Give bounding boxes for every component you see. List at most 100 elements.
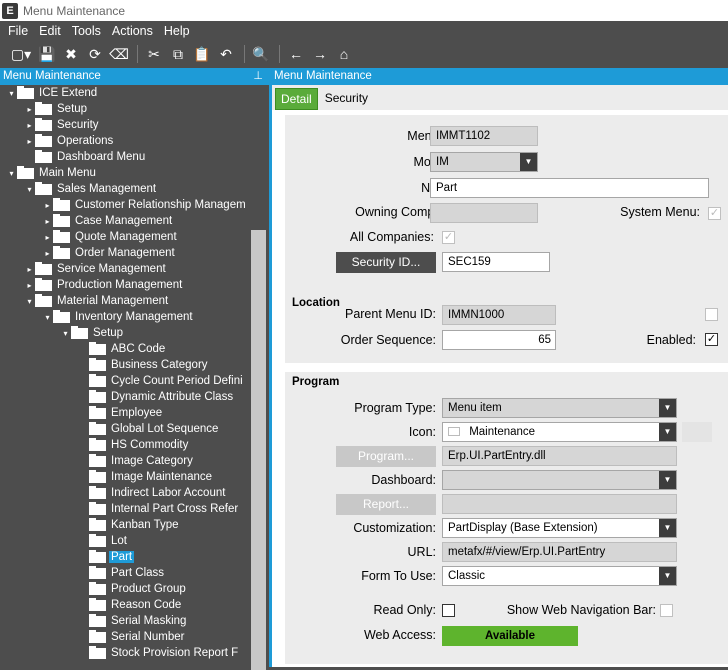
back-icon[interactable]: ← — [285, 44, 307, 64]
parent-menu-checkbox[interactable] — [705, 308, 718, 321]
program-field[interactable]: Erp.UI.PartEntry.dll — [442, 446, 677, 466]
order-sequence-field[interactable]: 65 — [442, 330, 556, 350]
tree-item[interactable]: ▾ Material Management — [0, 293, 269, 309]
menu-edit[interactable]: Edit — [39, 24, 61, 38]
expand-arrow-icon[interactable]: ▸ — [42, 217, 53, 226]
refresh-icon[interactable]: ⟳ — [84, 44, 106, 64]
order-sequence-label: Order Sequence: — [340, 333, 436, 347]
expand-arrow-icon[interactable]: ▸ — [42, 233, 53, 242]
tree-item[interactable]: Global Lot Sequence — [0, 421, 269, 437]
tree-item[interactable]: ▸ Setup — [0, 101, 269, 117]
program-type-dropdown[interactable]: Menu item ▼ — [442, 398, 677, 418]
tree-item[interactable]: Part — [0, 549, 269, 565]
tree-item[interactable]: Internal Part Cross Refer — [0, 501, 269, 517]
tree-item-label: Part — [109, 551, 135, 563]
dashboard-dropdown[interactable]: ▼ — [442, 470, 677, 490]
system-menu-checkbox[interactable]: ✓ — [708, 207, 721, 220]
collapse-arrow-icon[interactable]: ▾ — [24, 185, 35, 194]
tree-item[interactable]: Business Category — [0, 357, 269, 373]
delete-icon[interactable]: ✖ — [60, 44, 82, 64]
menu-id-field[interactable]: IMMT1102 — [430, 126, 538, 146]
tree-item[interactable]: Image Category — [0, 453, 269, 469]
tree-item[interactable]: Cycle Count Period Defini — [0, 373, 269, 389]
url-field[interactable]: metafx/#/view/Erp.UI.PartEntry — [442, 542, 677, 562]
tree-item[interactable]: Part Class — [0, 565, 269, 581]
new-icon[interactable]: ▢▾ — [8, 44, 34, 64]
all-companies-checkbox[interactable]: ✓ — [442, 231, 455, 244]
name-field[interactable]: Part — [430, 178, 709, 198]
cut-icon[interactable]: ✂ — [143, 44, 165, 64]
tree-item[interactable]: ▸ Case Management — [0, 213, 269, 229]
tree-item[interactable]: ▾ Inventory Management — [0, 309, 269, 325]
pin-icon[interactable]: ⊥ — [253, 68, 263, 85]
tree-item[interactable]: Indirect Labor Account — [0, 485, 269, 501]
binoculars-icon[interactable]: 🔍 — [250, 44, 272, 64]
tree-item[interactable]: ABC Code — [0, 341, 269, 357]
customization-dropdown[interactable]: PartDisplay (Base Extension) ▼ — [442, 518, 677, 538]
home-icon[interactable]: ⌂ — [333, 44, 355, 64]
form-to-use-dropdown[interactable]: Classic ▼ — [442, 566, 677, 586]
program-button[interactable]: Program... — [336, 446, 436, 467]
tab-detail[interactable]: Detail — [275, 88, 318, 110]
collapse-arrow-icon[interactable]: ▾ — [6, 169, 17, 178]
folder-icon — [89, 469, 106, 483]
tree-item[interactable]: ▾ ICE Extend — [0, 85, 269, 101]
tree-item[interactable]: ▸ Production Management — [0, 277, 269, 293]
clear-icon[interactable]: ⌫ — [108, 44, 130, 64]
tree-item[interactable]: Dashboard Menu — [0, 149, 269, 165]
read-only-checkbox[interactable] — [442, 604, 455, 617]
tree-item[interactable]: ▸ Security — [0, 117, 269, 133]
enabled-checkbox[interactable]: ✓ — [705, 333, 718, 346]
tree-item[interactable]: Dynamic Attribute Class — [0, 389, 269, 405]
owning-company-field[interactable] — [430, 203, 538, 223]
tree-item[interactable]: ▾ Sales Management — [0, 181, 269, 197]
tree-item[interactable]: ▸ Quote Management — [0, 229, 269, 245]
module-dropdown[interactable]: IM ▼ — [430, 152, 538, 172]
collapse-arrow-icon[interactable]: ▾ — [42, 313, 53, 322]
expand-arrow-icon[interactable]: ▸ — [24, 137, 35, 146]
security-id-button[interactable]: Security ID... — [336, 252, 436, 273]
expand-arrow-icon[interactable]: ▸ — [24, 265, 35, 274]
expand-arrow-icon[interactable]: ▸ — [24, 121, 35, 130]
copy-icon[interactable]: ⧉ — [167, 44, 189, 64]
tree-item[interactable]: Reason Code — [0, 597, 269, 613]
show-web-nav-checkbox[interactable] — [660, 604, 673, 617]
paste-icon[interactable]: 📋 — [191, 44, 213, 64]
report-field[interactable] — [442, 494, 677, 514]
expand-arrow-icon[interactable]: ▸ — [24, 281, 35, 290]
tree-item[interactable]: Lot — [0, 533, 269, 549]
collapse-arrow-icon[interactable]: ▾ — [60, 329, 71, 338]
tree-item[interactable]: Serial Masking — [0, 613, 269, 629]
expand-arrow-icon[interactable]: ▸ — [42, 201, 53, 210]
tree-scrollbar[interactable] — [251, 230, 266, 670]
tree-item[interactable]: ▾ Setup — [0, 325, 269, 341]
tree-item[interactable]: ▸ Service Management — [0, 261, 269, 277]
tree-item[interactable]: Image Maintenance — [0, 469, 269, 485]
menu-file[interactable]: File — [8, 24, 28, 38]
tree-item[interactable]: HS Commodity — [0, 437, 269, 453]
menu-tools[interactable]: Tools — [72, 24, 101, 38]
tree-item[interactable]: ▸ Operations — [0, 133, 269, 149]
tree-item[interactable]: ▸ Order Management — [0, 245, 269, 261]
menu-help[interactable]: Help — [164, 24, 190, 38]
expand-arrow-icon[interactable]: ▸ — [24, 105, 35, 114]
tab-security[interactable]: Security — [320, 88, 373, 110]
tree-item[interactable]: Kanban Type — [0, 517, 269, 533]
tree-item[interactable]: ▾ Main Menu — [0, 165, 269, 181]
save-icon[interactable]: 💾 — [36, 44, 58, 64]
report-button[interactable]: Report... — [336, 494, 436, 515]
icon-dropdown[interactable]: Maintenance ▼ — [442, 422, 677, 442]
collapse-arrow-icon[interactable]: ▾ — [24, 297, 35, 306]
tree-item[interactable]: ▸ Customer Relationship Managem — [0, 197, 269, 213]
security-id-field[interactable]: SEC159 — [442, 252, 550, 272]
forward-icon[interactable]: → — [309, 44, 331, 64]
menu-actions[interactable]: Actions — [112, 24, 153, 38]
expand-arrow-icon[interactable]: ▸ — [42, 249, 53, 258]
undo-icon[interactable]: ↶ — [215, 44, 237, 64]
parent-menu-id-field[interactable]: IMMN1000 — [442, 305, 556, 325]
tree-item[interactable]: Serial Number — [0, 629, 269, 645]
collapse-arrow-icon[interactable]: ▾ — [6, 89, 17, 98]
tree-item[interactable]: Employee — [0, 405, 269, 421]
tree-item[interactable]: Product Group — [0, 581, 269, 597]
tree-item[interactable]: Stock Provision Report F — [0, 645, 269, 661]
